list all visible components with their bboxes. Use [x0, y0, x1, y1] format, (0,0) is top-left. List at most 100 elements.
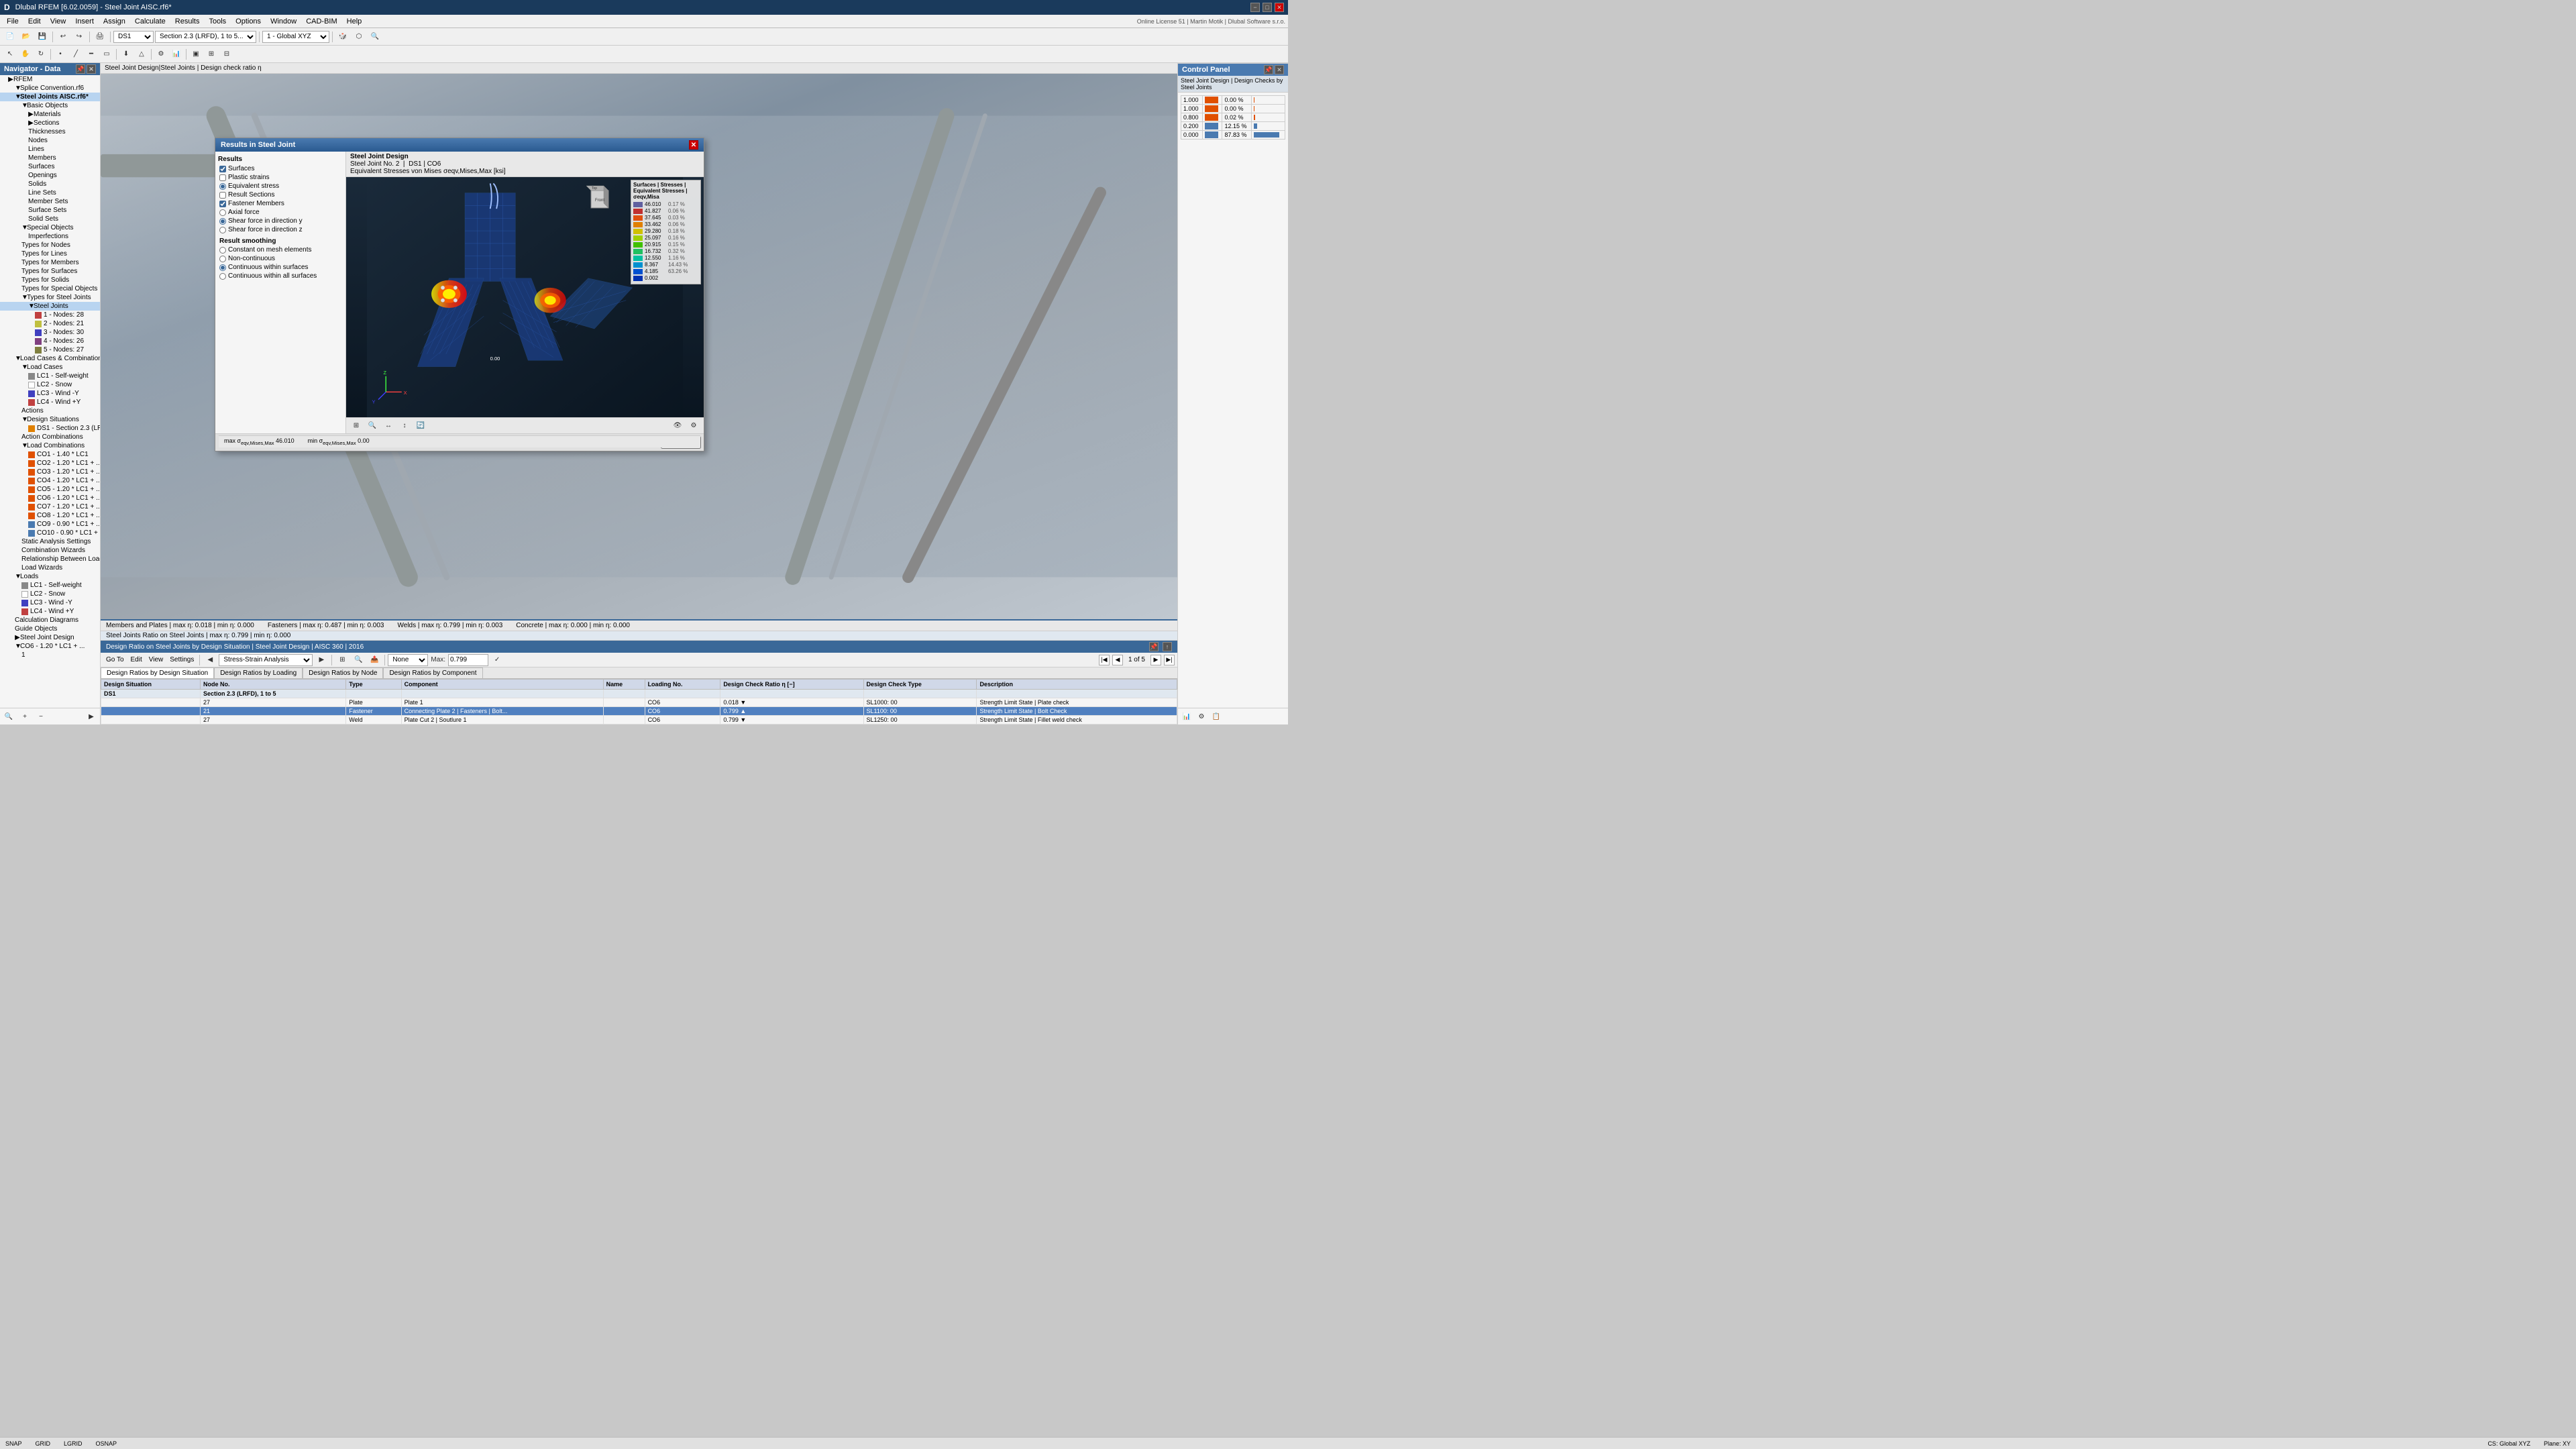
nav-steel-joints-file[interactable]: ▼ Steel Joints AISC.rf6*: [0, 93, 100, 101]
nav-basic-objects[interactable]: ▼ Basic Objects: [0, 101, 100, 110]
nav-sj-2[interactable]: 2 - Nodes: 21: [0, 319, 100, 328]
nav-co10[interactable]: CO10 - 0.90 * LC1 + ...: [0, 529, 100, 537]
nav-co9[interactable]: CO9 - 0.90 * LC1 + ...: [0, 520, 100, 529]
nav-co7[interactable]: CO7 - 1.20 * LC1 + ...: [0, 502, 100, 511]
nav-lines[interactable]: Lines: [0, 145, 100, 154]
nav-lc1[interactable]: LC1 - Self-weight: [0, 372, 100, 380]
ds-dropdown[interactable]: DS1: [113, 31, 154, 43]
menu-help[interactable]: Help: [343, 15, 366, 28]
result-equiv-stress[interactable]: Equivalent stress: [218, 182, 343, 191]
nav-design-situations[interactable]: ▼ Design Situations: [0, 415, 100, 424]
dt-check[interactable]: ✓: [490, 653, 504, 667]
nav-co6[interactable]: CO6 - 1.20 * LC1 + ...: [0, 494, 100, 502]
table-row[interactable]: 27PlatePlate 1CO60.018 ▼SL1000: 00Streng…: [101, 698, 1177, 707]
cp-tb3[interactable]: 📋: [1209, 710, 1224, 723]
shear-y-radio[interactable]: [219, 218, 226, 225]
nav-surfaces[interactable]: Surfaces: [0, 162, 100, 171]
surfaces-checkbox[interactable]: [219, 166, 226, 172]
result-constant-mesh[interactable]: Constant on mesh elements: [218, 246, 343, 254]
result-shear-z[interactable]: Shear force in direction z: [218, 225, 343, 234]
tb-print[interactable]: 🖨: [93, 30, 107, 44]
tb2-view1[interactable]: ▣: [189, 48, 203, 61]
nav-co4[interactable]: CO4 - 1.20 * LC1 + ...: [0, 476, 100, 485]
cp-close[interactable]: ✕: [1275, 65, 1284, 74]
results-dialog-title[interactable]: Results in Steel Joint ✕: [215, 138, 704, 152]
nav-types-special[interactable]: Types for Special Objects: [0, 284, 100, 293]
nav-membersets[interactable]: Member Sets: [0, 197, 100, 206]
nav-types-solids[interactable]: Types for Solids: [0, 276, 100, 284]
tb2-select[interactable]: ↖: [3, 48, 17, 61]
nav-co5[interactable]: CO5 - 1.20 * LC1 + ...: [0, 485, 100, 494]
tb2-support[interactable]: △: [134, 48, 149, 61]
tb2-line[interactable]: ╱: [68, 48, 83, 61]
nav-lc3[interactable]: LC3 - Wind -Y: [0, 389, 100, 398]
cp-tb1[interactable]: 📊: [1179, 710, 1194, 723]
nav-sj-1[interactable]: 1 - Nodes: 28: [0, 311, 100, 319]
nav-loads-lc1[interactable]: LC1 - Self-weight: [0, 581, 100, 590]
nav-co1[interactable]: CO1 - 1.40 * LC1: [0, 450, 100, 459]
nav-types-lines[interactable]: Types for Lines: [0, 250, 100, 258]
tb2-calc[interactable]: ⚙: [154, 48, 168, 61]
non-continuous-radio[interactable]: [219, 256, 226, 262]
nav-special-objects[interactable]: ▼ Special Objects: [0, 223, 100, 232]
dt-expand[interactable]: ↑: [1163, 642, 1172, 651]
nav-types-surfaces[interactable]: Types for Surfaces: [0, 267, 100, 276]
page-next[interactable]: ▶: [1150, 655, 1161, 665]
result-fastener-members[interactable]: Fastener Members: [218, 199, 343, 208]
nav-tb1[interactable]: 🔍: [1, 710, 16, 723]
tb-undo[interactable]: ↩: [56, 30, 70, 44]
section-dropdown[interactable]: Section 2.3 (LRFD), 1 to 5...: [155, 31, 256, 43]
nav-solids[interactable]: Solids: [0, 180, 100, 189]
nav-openings[interactable]: Openings: [0, 171, 100, 180]
nav-members[interactable]: Members: [0, 154, 100, 162]
page-last[interactable]: ▶|: [1164, 655, 1175, 665]
nav-lc4[interactable]: LC4 - Wind +Y: [0, 398, 100, 407]
plastic-strains-checkbox[interactable]: [219, 174, 226, 181]
result-continuous-all[interactable]: Continuous within all surfaces: [218, 272, 343, 280]
dialog-tb-1[interactable]: ⊞: [349, 419, 364, 433]
nav-rel-lc[interactable]: Relationship Between Load Cases: [0, 555, 100, 564]
nav-tb2[interactable]: +: [17, 710, 32, 723]
tb-render[interactable]: 🎲: [335, 30, 350, 44]
dt-view[interactable]: View: [146, 653, 166, 667]
tb2-surface[interactable]: ▭: [99, 48, 114, 61]
result-sections-checkbox[interactable]: [219, 192, 226, 199]
menu-view[interactable]: View: [46, 15, 70, 28]
cp-pin[interactable]: 📌: [1264, 65, 1273, 74]
nav-loads-lc4[interactable]: LC4 - Wind +Y: [0, 607, 100, 616]
tb2-member[interactable]: ━: [84, 48, 99, 61]
menu-calculate[interactable]: Calculate: [131, 15, 170, 28]
nav-static-settings[interactable]: Static Analysis Settings: [0, 537, 100, 546]
maximize-button[interactable]: □: [1263, 3, 1272, 12]
tb2-view2[interactable]: ⊞: [204, 48, 219, 61]
page-first[interactable]: |◀: [1099, 655, 1110, 665]
menu-insert[interactable]: Insert: [71, 15, 98, 28]
filter-dropdown[interactable]: None: [388, 654, 428, 666]
nav-rfem[interactable]: ▶ RFEM: [0, 75, 100, 84]
nav-load-combs[interactable]: ▼ Load Combinations: [0, 441, 100, 450]
nav-solidsets[interactable]: Solid Sets: [0, 215, 100, 223]
nav-comb-wizards[interactable]: Combination Wizards: [0, 546, 100, 555]
dialog-tb-settings[interactable]: ⚙: [686, 419, 701, 433]
results-dialog-close[interactable]: ✕: [689, 140, 698, 150]
dialog-tb-3[interactable]: ↔: [381, 419, 396, 433]
tb2-view3[interactable]: ⊟: [219, 48, 234, 61]
fastener-members-checkbox[interactable]: [219, 201, 226, 207]
nav-linesets[interactable]: Line Sets: [0, 189, 100, 197]
nav-types-steel[interactable]: ▼ Types for Steel Joints: [0, 293, 100, 302]
tb2-node[interactable]: •: [53, 48, 68, 61]
nav-splice[interactable]: ▼ Splice Convention.rf6: [0, 84, 100, 93]
constant-mesh-radio[interactable]: [219, 247, 226, 254]
nav-loads-lc3[interactable]: LC3 - Wind -Y: [0, 598, 100, 607]
cp-tb2[interactable]: ⚙: [1194, 710, 1209, 723]
menu-cadbim[interactable]: CAD-BIM: [302, 15, 341, 28]
nav-co3[interactable]: CO3 - 1.20 * LC1 + ...: [0, 468, 100, 476]
nav-co2[interactable]: CO2 - 1.20 * LC1 + ...: [0, 459, 100, 468]
nav-load-wizards[interactable]: Load Wizards: [0, 564, 100, 572]
nav-action-combs[interactable]: Action Combinations: [0, 433, 100, 441]
menu-options[interactable]: Options: [231, 15, 265, 28]
shear-z-radio[interactable]: [219, 227, 226, 233]
design-table-container[interactable]: Design Situation Node No. Type Component…: [101, 679, 1177, 724]
axial-force-radio[interactable]: [219, 209, 226, 216]
nav-printout-reports[interactable]: ▼ CO6 - 1.20 * LC1 + ...: [0, 642, 100, 651]
